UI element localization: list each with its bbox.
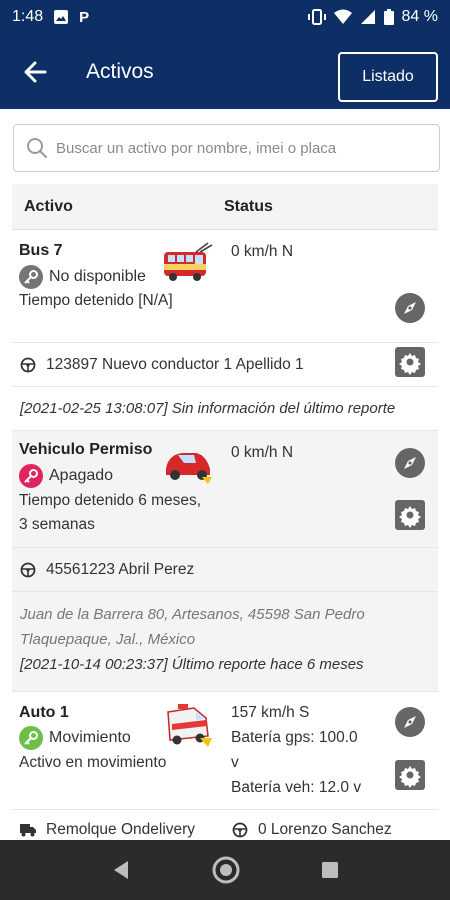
search-input[interactable]	[56, 139, 416, 157]
status-bar: 1:48 P 84 %	[0, 0, 450, 34]
driver-row: 123897 Nuevo conductor 1 Apellido 1	[12, 343, 438, 387]
trolley-bus-icon	[164, 242, 213, 281]
ambulance-icon	[167, 704, 212, 747]
settings-button[interactable]	[394, 759, 426, 791]
asset-speed: 0 km/h N	[231, 444, 294, 461]
asset-row[interactable]: Auto 1 Movimiento Activo en movimiento 1…	[12, 692, 438, 810]
asset-detail: Tiempo detenido 6 meses, 3 semanas	[19, 489, 201, 537]
settings-button[interactable]	[394, 346, 426, 378]
asset-row[interactable]: Bus 7 No disponible Tiempo detenido [N/A…	[12, 230, 438, 377]
asset-detail: Activo en movimiento	[19, 754, 167, 771]
steering-wheel-icon	[20, 562, 36, 577]
truck-icon	[20, 824, 36, 837]
steering-wheel-icon	[20, 357, 36, 372]
navigate-button[interactable]	[394, 706, 426, 738]
arrow-back-icon	[24, 61, 47, 82]
driver-row: 45561223 Abril Perez	[12, 548, 438, 592]
driver-label: 123897 Nuevo conductor 1 Apellido 1	[46, 355, 304, 373]
steering-wheel-icon	[232, 822, 248, 838]
asset-state-label: Apagado	[49, 467, 114, 484]
last-report-row: [2021-02-25 13:08:07] Sin información de…	[12, 387, 438, 431]
asset-speed: 157 km/h S	[231, 704, 310, 721]
status-time: 1:48	[12, 8, 44, 25]
asset-state-label: Movimiento	[49, 729, 131, 746]
asset-name: Vehiculo Permiso	[19, 441, 153, 458]
nav-back-icon[interactable]	[110, 859, 132, 881]
settings-button[interactable]	[394, 499, 426, 531]
nav-recents-icon[interactable]	[320, 860, 340, 880]
table-header: Activo Status	[12, 184, 438, 230]
app-bar: Activos Listado	[0, 34, 450, 109]
vibrate-icon	[307, 9, 326, 25]
asset-detail-line: Tiempo detenido 6 meses,	[19, 492, 202, 509]
asset-state: Apagado	[19, 464, 113, 488]
column-header-status: Status	[224, 197, 273, 215]
address-line: Juan de la Barrera 80, Artesanos, 45598 …	[20, 606, 365, 623]
asset-state: Movimiento	[19, 726, 131, 750]
system-nav-bar	[0, 840, 450, 900]
signal-icon	[360, 10, 375, 24]
listado-button[interactable]: Listado	[338, 52, 438, 102]
page-title: Activos	[86, 59, 154, 83]
driver-label: 45561223 Abril Perez	[46, 560, 195, 578]
trailer-cell: Remolque Ondelivery	[20, 821, 232, 839]
asset-row[interactable]: Vehiculo Permiso Apagado Tiempo detenido…	[12, 431, 438, 548]
asset-detail: Tiempo detenido [N/A]	[19, 292, 173, 309]
parking-notification-icon: P	[79, 8, 90, 26]
back-button[interactable]	[0, 34, 70, 109]
address-block: Juan de la Barrera 80, Artesanos, 45598 …	[12, 592, 438, 692]
last-report-label: [2021-02-25 13:08:07] Sin información de…	[20, 400, 396, 417]
battery-gps: Batería gps: 100.0	[231, 729, 358, 746]
navigate-button[interactable]	[394, 292, 426, 324]
driver-cell: 0 Lorenzo Sanchez	[232, 821, 392, 839]
wifi-icon	[333, 9, 352, 24]
red-car-icon	[166, 453, 212, 484]
asset-name: Bus 7	[19, 242, 63, 259]
battery-icon	[383, 9, 394, 25]
trailer-label: Remolque Ondelivery	[46, 821, 196, 838]
key-icon	[19, 726, 43, 750]
key-icon	[19, 464, 43, 488]
address-line: Tlaquepaque, Jal., México	[20, 631, 196, 648]
asset-name: Auto 1	[19, 704, 69, 721]
battery-gps-unit: v	[231, 754, 239, 771]
battery-percent: 84 %	[401, 8, 438, 25]
asset-state: No disponible	[19, 265, 146, 289]
battery-vehicle: Batería veh: 12.0 v	[231, 779, 362, 796]
column-header-activo: Activo	[24, 197, 73, 215]
asset-speed: 0 km/h N	[231, 243, 294, 260]
search-icon	[27, 138, 47, 158]
last-report-label: [2021-10-14 00:23:37] Último reporte hac…	[20, 656, 364, 673]
navigate-button[interactable]	[394, 447, 426, 479]
asset-state-label: No disponible	[49, 268, 146, 285]
key-icon	[19, 265, 43, 289]
asset-list: Activo Status Bus 7 No disponible Tiempo…	[12, 184, 438, 850]
asset-detail-line: 3 semanas	[19, 516, 95, 533]
driver-label: 0 Lorenzo Sanchez	[258, 821, 392, 838]
search-box[interactable]	[13, 124, 440, 172]
asset-status: 157 km/h S Batería gps: 100.0 v Batería …	[231, 700, 361, 800]
image-notification-icon	[54, 10, 69, 24]
nav-home-icon[interactable]	[212, 856, 240, 884]
